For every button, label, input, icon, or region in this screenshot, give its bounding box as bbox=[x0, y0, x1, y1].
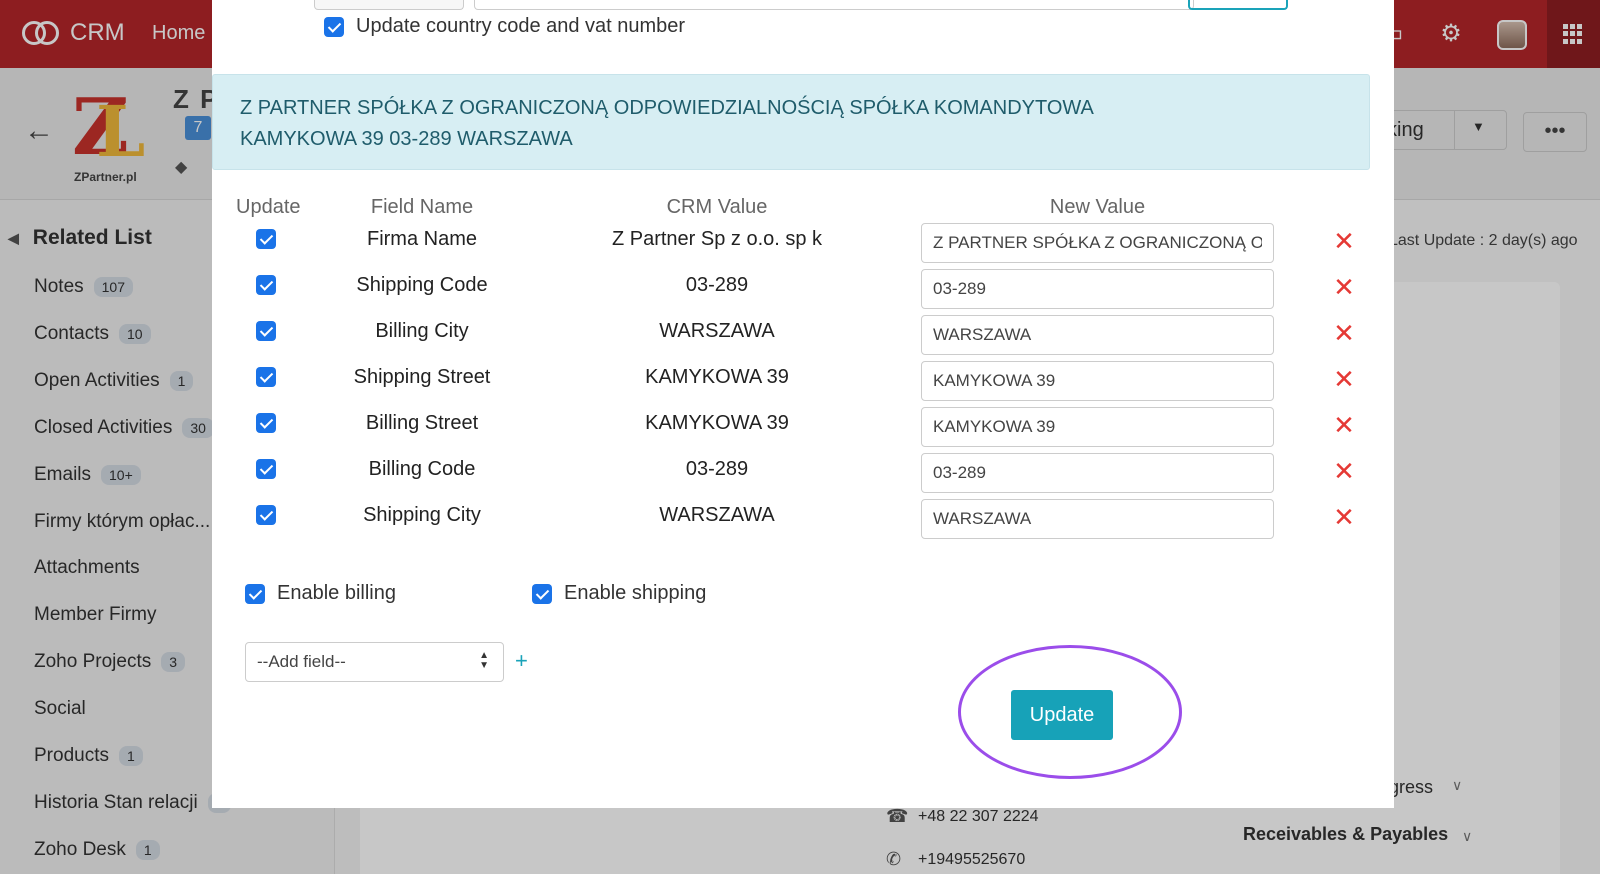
remove-row-icon[interactable]: ✕ bbox=[1332, 274, 1356, 300]
row-crm-value: KAMYKOWA 39 bbox=[645, 366, 789, 388]
remove-row-icon[interactable]: ✕ bbox=[1332, 458, 1356, 484]
enable-billing-checkbox[interactable] bbox=[245, 583, 265, 604]
row-update-checkbox[interactable] bbox=[256, 229, 276, 249]
enable-billing-row[interactable]: Enable billing bbox=[245, 582, 396, 605]
row-crm-value: Z Partner Sp z o.o. sp k bbox=[611, 228, 823, 250]
add-field-value: --Add field-- bbox=[257, 652, 346, 671]
enable-shipping-row[interactable]: Enable shipping bbox=[532, 582, 706, 605]
row-new-value-input[interactable] bbox=[921, 499, 1274, 539]
header-field-name: Field Name bbox=[370, 196, 474, 218]
search-vat-button[interactable] bbox=[1188, 0, 1288, 10]
row-field-name: Billing Code bbox=[368, 458, 476, 480]
row-crm-value: 03-289 bbox=[685, 458, 749, 480]
row-field-name: Shipping Code bbox=[356, 274, 488, 296]
row-field-name: Billing Street bbox=[365, 412, 479, 434]
update-country-label: Update country code and vat number bbox=[356, 15, 686, 37]
row-new-value-input[interactable] bbox=[921, 453, 1274, 493]
highlight-annotation-ring bbox=[958, 645, 1182, 779]
header-update: Update bbox=[236, 196, 301, 218]
row-new-value-input[interactable] bbox=[921, 269, 1274, 309]
remove-row-icon[interactable]: ✕ bbox=[1332, 228, 1356, 254]
enable-shipping-label: Enable shipping bbox=[564, 582, 707, 604]
remove-row-icon[interactable]: ✕ bbox=[1332, 320, 1356, 346]
row-new-value-input[interactable] bbox=[921, 407, 1274, 447]
row-crm-value: 03-289 bbox=[685, 274, 749, 296]
enable-billing-label: Enable billing bbox=[277, 582, 396, 604]
row-update-checkbox[interactable] bbox=[256, 321, 276, 341]
row-crm-value: KAMYKOWA 39 bbox=[645, 412, 789, 434]
row-field-name: Shipping Street bbox=[353, 366, 491, 388]
update-country-checkbox[interactable] bbox=[324, 16, 344, 37]
header-crm-value: CRM Value bbox=[666, 196, 768, 218]
add-field-plus-button[interactable]: + bbox=[515, 648, 528, 674]
select-arrows-icon: ▲ ▼ bbox=[479, 650, 489, 671]
vat-number-field[interactable] bbox=[474, 0, 1194, 10]
row-update-checkbox[interactable] bbox=[256, 275, 276, 295]
row-update-checkbox[interactable] bbox=[256, 459, 276, 479]
header-new-value: New Value bbox=[1049, 196, 1146, 218]
row-update-checkbox[interactable] bbox=[256, 505, 276, 525]
company-address-line: KAMYKOWA 39 03-289 WARSZAWA bbox=[240, 128, 573, 150]
enable-shipping-checkbox[interactable] bbox=[532, 583, 552, 604]
row-update-checkbox[interactable] bbox=[256, 413, 276, 433]
remove-row-icon[interactable]: ✕ bbox=[1332, 366, 1356, 392]
remove-row-icon[interactable]: ✕ bbox=[1332, 504, 1356, 530]
row-crm-value: WARSZAWA bbox=[659, 504, 775, 526]
company-name-line: Z PARTNER SPÓŁKA Z OGRANICZONĄ ODPOWIEDZ… bbox=[240, 97, 1094, 119]
update-data-modal: Update country code and vat number Z PAR… bbox=[212, 0, 1394, 808]
row-field-name: Firma Name bbox=[366, 228, 477, 250]
add-field-select[interactable]: --Add field-- ▲ ▼ bbox=[245, 642, 504, 682]
company-info-box: Z PARTNER SPÓŁKA Z OGRANICZONĄ ODPOWIEDZ… bbox=[212, 74, 1370, 170]
row-new-value-input[interactable] bbox=[921, 361, 1274, 401]
row-field-name: Billing City bbox=[375, 320, 469, 342]
update-country-checkbox-row[interactable]: Update country code and vat number bbox=[324, 15, 685, 38]
row-new-value-input[interactable] bbox=[921, 223, 1274, 263]
remove-row-icon[interactable]: ✕ bbox=[1332, 412, 1356, 438]
row-new-value-input[interactable] bbox=[921, 315, 1274, 355]
row-field-name: Shipping City bbox=[363, 504, 481, 526]
row-update-checkbox[interactable] bbox=[256, 367, 276, 387]
row-crm-value: WARSZAWA bbox=[659, 320, 775, 342]
country-code-field[interactable] bbox=[314, 0, 464, 10]
